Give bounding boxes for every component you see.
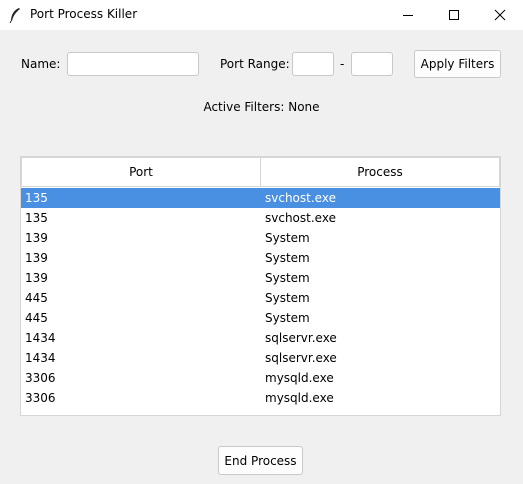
process-cell: sqlservr.exe [265,331,337,345]
name-filter-input[interactable] [67,52,199,76]
process-cell: System [265,231,310,245]
process-cell: svchost.exe [265,211,336,225]
window-title: Port Process Killer [30,7,138,21]
port-range-to-input[interactable] [351,52,393,76]
end-process-button[interactable]: End Process [218,446,303,475]
process-cell: System [265,271,310,285]
table-row[interactable]: 3306 mysqld.exe [21,368,500,388]
minimize-button[interactable] [385,0,431,30]
table-header: Port Process [21,157,500,187]
process-cell: System [265,311,310,325]
range-separator: - [340,57,345,71]
table-row[interactable]: 139 System [21,268,500,288]
table-row[interactable]: 3306 mysqld.exe [21,388,500,408]
process-table: Port Process 135 svchost.exe 135 svchost.e… [20,156,501,416]
port-cell: 445 [25,291,48,305]
table-body: 135 svchost.exe 135 svchost.exe 139 System … [21,188,500,408]
name-label: Name: [21,57,61,71]
port-cell: 1434 [25,351,56,365]
process-cell: mysqld.exe [265,371,334,385]
port-range-from-input[interactable] [292,52,334,76]
port-cell: 1434 [25,331,56,345]
table-row[interactable]: 445 System [21,288,500,308]
process-cell: mysqld.exe [265,391,334,405]
table-row[interactable]: 1434 sqlservr.exe [21,328,500,348]
title-bar: Port Process Killer [0,0,523,30]
port-cell: 139 [25,251,48,265]
port-cell: 445 [25,311,48,325]
maximize-icon [449,10,459,20]
port-cell: 3306 [25,391,56,405]
table-row[interactable]: 139 System [21,248,500,268]
port-cell: 139 [25,231,48,245]
port-range-label: Port Range: [220,57,290,71]
minimize-icon [403,15,413,16]
process-cell: sqlservr.exe [265,351,337,365]
column-header-port[interactable]: Port [21,157,261,187]
column-header-process[interactable]: Process [260,157,500,187]
table-row[interactable]: 139 System [21,228,500,248]
feather-icon [8,7,22,24]
process-cell: System [265,291,310,305]
table-row[interactable]: 445 System [21,308,500,328]
active-filters-status: Active Filters: None [203,100,320,114]
port-cell: 135 [25,211,48,225]
port-cell: 135 [25,191,48,205]
process-cell: svchost.exe [265,191,336,205]
port-cell: 139 [25,271,48,285]
process-cell: System [265,251,310,265]
maximize-button[interactable] [431,0,477,30]
filter-bar: Name: Port Range: - Apply Filters [15,46,508,82]
port-cell: 3306 [25,371,56,385]
close-icon [494,9,506,21]
apply-filters-button[interactable]: Apply Filters [414,50,501,78]
close-button[interactable] [477,0,523,30]
table-row[interactable]: 135 svchost.exe [21,208,500,228]
table-row[interactable]: 135 svchost.exe [21,188,500,208]
table-row[interactable]: 1434 sqlservr.exe [21,348,500,368]
